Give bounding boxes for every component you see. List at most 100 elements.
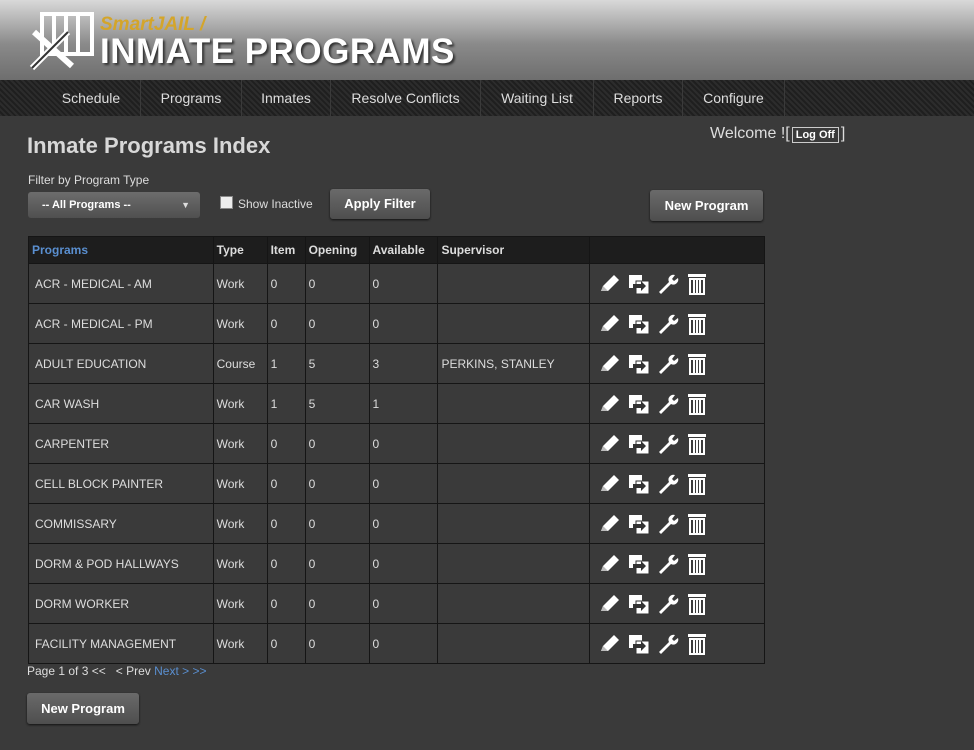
program-opening: 0 [304,263,370,304]
nav-programs[interactable]: Programs [141,80,242,116]
copy-arrow-icon[interactable] [627,392,651,416]
show-inactive-checkbox[interactable] [220,196,233,209]
trash-icon[interactable] [685,432,709,456]
logoff-button[interactable]: Log Off [791,127,839,143]
pencil-icon[interactable] [598,352,622,376]
row-actions [589,543,765,584]
nav-inmates[interactable]: Inmates [242,80,331,116]
pencil-icon[interactable] [598,392,622,416]
program-item: 0 [266,503,306,544]
trash-icon[interactable] [685,472,709,496]
pencil-icon[interactable] [598,512,622,536]
program-name: ACR - MEDICAL - AM [28,263,214,304]
wrench-icon[interactable] [656,312,680,336]
logo-icon [29,12,94,71]
wrench-icon[interactable] [656,592,680,616]
nav-resolve-conflicts[interactable]: Resolve Conflicts [331,80,481,116]
copy-arrow-icon[interactable] [627,272,651,296]
copy-arrow-icon[interactable] [627,352,651,376]
program-type: Work [212,383,268,424]
wrench-icon[interactable] [656,512,680,536]
program-opening: 5 [304,343,370,384]
program-type: Work [212,423,268,464]
wrench-icon[interactable] [656,472,680,496]
program-type: Work [212,503,268,544]
copy-arrow-icon[interactable] [627,312,651,336]
trash-icon[interactable] [685,352,709,376]
program-available: 0 [368,583,439,624]
program-opening: 5 [304,383,370,424]
trash-icon[interactable] [685,632,709,656]
program-type: Work [212,463,268,504]
trash-icon[interactable] [685,272,709,296]
nav-reports[interactable]: Reports [594,80,683,116]
program-item: 0 [266,543,306,584]
filter-label: Filter by Program Type [28,173,150,187]
copy-arrow-icon[interactable] [627,472,651,496]
pencil-icon[interactable] [598,632,622,656]
program-name: CARPENTER [28,423,214,464]
copy-arrow-icon[interactable] [627,632,651,656]
program-supervisor [437,583,591,624]
program-name: CELL BLOCK PAINTER [28,463,214,504]
chevron-down-icon: ▼ [181,200,190,210]
pencil-icon[interactable] [598,272,622,296]
col-type: Type [212,236,268,264]
new-program-button-bottom[interactable]: New Program [27,693,139,724]
copy-arrow-icon[interactable] [627,592,651,616]
nav-configure[interactable]: Configure [683,80,785,116]
nav-waiting-list[interactable]: Waiting List [481,80,594,116]
program-available: 1 [368,383,439,424]
trash-icon[interactable] [685,392,709,416]
wrench-icon[interactable] [656,632,680,656]
apply-filter-button[interactable]: Apply Filter [330,189,430,219]
table-row: CARPENTER Work 0 0 0 [28,423,765,464]
table-row: COMMISSARY Work 0 0 0 [28,503,765,544]
pencil-icon[interactable] [598,432,622,456]
copy-arrow-icon[interactable] [627,512,651,536]
pager-next[interactable]: Next > [154,664,189,678]
wrench-icon[interactable] [656,552,680,576]
copy-arrow-icon[interactable] [627,552,651,576]
row-actions [589,303,765,344]
pencil-icon[interactable] [598,472,622,496]
wrench-icon[interactable] [656,432,680,456]
wrench-icon[interactable] [656,352,680,376]
pencil-icon[interactable] [598,312,622,336]
trash-icon[interactable] [685,312,709,336]
wrench-icon[interactable] [656,272,680,296]
trash-icon[interactable] [685,592,709,616]
pager-last[interactable]: >> [192,664,206,678]
trash-icon[interactable] [685,552,709,576]
program-opening: 0 [304,543,370,584]
program-type: Work [212,303,268,344]
program-opening: 0 [304,463,370,504]
program-item: 1 [266,343,306,384]
row-actions [589,503,765,544]
program-type-selected: -- All Programs -- [42,199,131,211]
program-type-select[interactable]: -- All Programs -- ▼ [28,192,200,218]
page-indicator: Page 1 of 3 [27,664,89,678]
row-actions [589,423,765,464]
col-programs[interactable]: Programs [28,236,214,264]
program-type: Work [212,583,268,624]
nav-schedule[interactable]: Schedule [42,80,141,116]
program-item: 0 [266,303,306,344]
program-name: ACR - MEDICAL - PM [28,303,214,344]
program-name: COMMISSARY [28,503,214,544]
table-row: DORM WORKER Work 0 0 0 [28,583,765,624]
program-supervisor [437,503,591,544]
table-row: CELL BLOCK PAINTER Work 0 0 0 [28,463,765,504]
pencil-icon[interactable] [598,552,622,576]
program-name: ADULT EDUCATION [28,343,214,384]
program-opening: 0 [304,503,370,544]
show-inactive-label: Show Inactive [238,197,313,211]
trash-icon[interactable] [685,512,709,536]
table-header-row: Programs Type Item Opening Available Sup… [28,236,765,264]
pager: Page 1 of 3 << < Prev Next > >> [27,664,207,678]
wrench-icon[interactable] [656,392,680,416]
new-program-button-top[interactable]: New Program [650,190,763,221]
row-actions [589,343,765,384]
pencil-icon[interactable] [598,592,622,616]
copy-arrow-icon[interactable] [627,432,651,456]
